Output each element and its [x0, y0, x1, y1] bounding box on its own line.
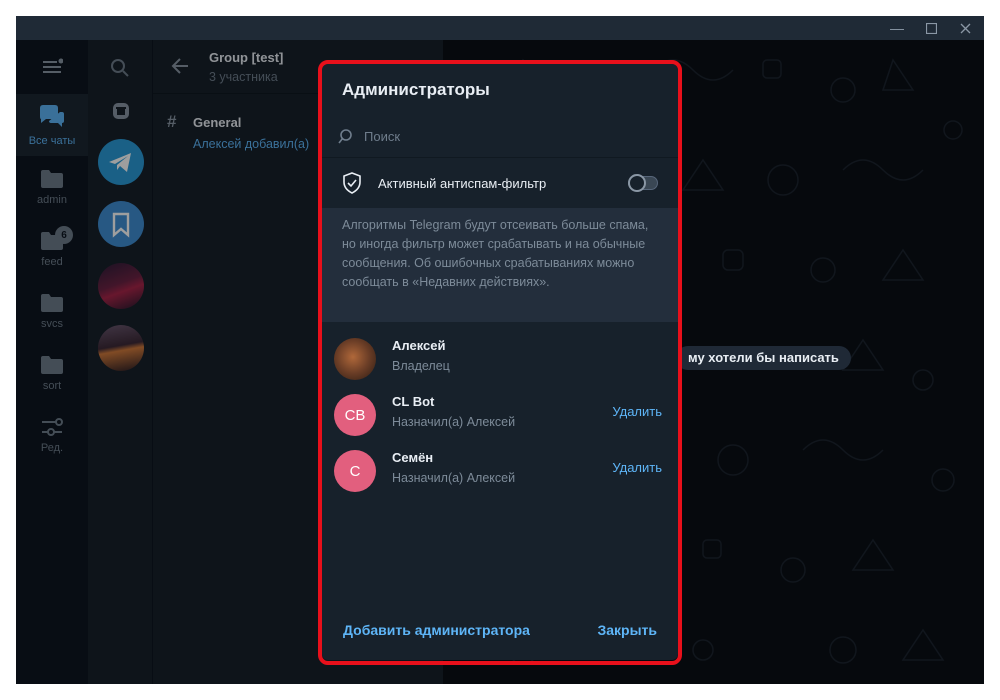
admin-role: Назначил(а) Алексей — [392, 415, 516, 429]
add-admin-button[interactable]: Добавить администратора — [343, 622, 530, 638]
remove-admin-button[interactable]: Удалить — [612, 404, 662, 419]
admin-name: CL Bot — [392, 394, 435, 409]
admin-row[interactable]: С Семён Назначил(а) Алексей Удалить — [322, 444, 678, 500]
admin-row[interactable]: Алексей Владелец — [322, 332, 678, 388]
avatar-initials: С — [349, 462, 361, 480]
search-icon — [338, 128, 352, 143]
antispam-toggle-row[interactable]: Активный антиспам-фильтр — [322, 158, 678, 208]
chat-empty-hint: му хотели бы написать — [676, 346, 851, 370]
antispam-switch[interactable] — [628, 174, 658, 192]
admin-name: Семён — [392, 450, 434, 465]
avatar: С — [334, 450, 376, 492]
empty-hint-text: му хотели бы написать — [688, 350, 839, 365]
admin-name: Алексей — [392, 338, 446, 353]
antispam-label: Активный антиспам-фильтр — [378, 175, 547, 191]
shield-icon — [343, 172, 361, 194]
admins-dialog: Администраторы Активный антиспам-фильтр … — [322, 64, 678, 660]
switch-knob — [628, 174, 646, 192]
close-dialog-button[interactable]: Закрыть — [597, 622, 657, 638]
admin-role: Владелец — [392, 359, 450, 373]
dialog-title: Администраторы — [342, 80, 490, 99]
antispam-info: Алгоритмы Telegram будут отсеивать больш… — [322, 208, 678, 322]
title-bar: — — [16, 16, 984, 40]
remove-admin-button[interactable]: Удалить — [612, 460, 662, 475]
admin-role: Назначил(а) Алексей — [392, 471, 516, 485]
close-window-icon[interactable] — [948, 16, 982, 40]
maximize-icon[interactable] — [914, 16, 948, 40]
search-input[interactable] — [364, 129, 644, 144]
minimize-icon[interactable]: — — [880, 16, 914, 40]
search-bar — [322, 116, 678, 158]
avatar: CB — [334, 394, 376, 436]
avatar — [334, 338, 376, 380]
avatar-initials: CB — [344, 406, 366, 424]
admin-row[interactable]: CB CL Bot Назначил(а) Алексей Удалить — [322, 388, 678, 444]
